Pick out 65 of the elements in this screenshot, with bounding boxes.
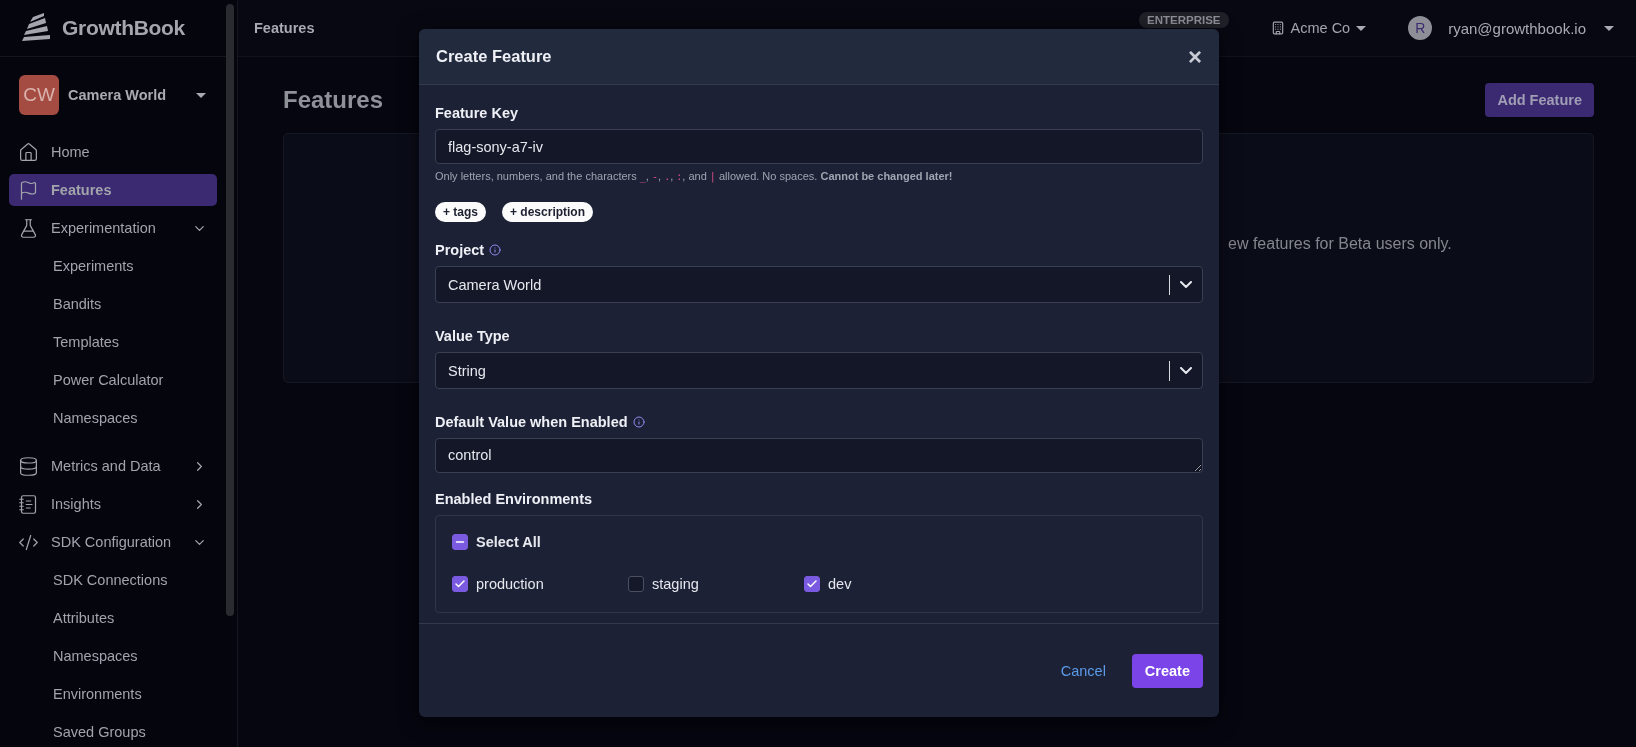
checkbox[interactable] <box>804 576 820 592</box>
add-feature-button[interactable]: Add Feature <box>1485 83 1594 117</box>
checkbox[interactable] <box>628 576 644 592</box>
scrollbar[interactable] <box>226 4 234 616</box>
close-button[interactable]: × <box>1188 44 1202 69</box>
field-label: Project <box>435 242 485 258</box>
nav-subitem[interactable]: Namespaces <box>9 640 217 672</box>
nav-item[interactable]: Home <box>9 136 217 168</box>
project-name[interactable]: Camera World <box>68 87 187 103</box>
breadcrumb: Features <box>254 20 316 36</box>
checkbox-label: dev <box>828 576 852 592</box>
nav-item[interactable]: Insights <box>9 488 217 520</box>
user-avatar: R <box>1408 16 1433 40</box>
nav-item[interactable]: Experimentation <box>9 212 217 244</box>
nav-icon <box>18 217 39 239</box>
nav-icon <box>18 141 39 163</box>
nav-icon <box>18 179 39 201</box>
field-label: Default Value when Enabled <box>435 414 628 430</box>
caret-icon <box>1604 25 1614 31</box>
nav-subitem[interactable]: SDK Connections <box>9 564 217 596</box>
building-icon <box>1270 21 1285 35</box>
help-text: Only letters, numbers, and the characters _, -, ., :, and | allowed. No spaces. Cannot be changed later! <box>435 170 954 182</box>
nav-subitem[interactable]: Saved Groups <box>9 716 217 747</box>
nav-subitem[interactable]: Bandits <box>9 288 217 320</box>
nav-icon <box>18 493 39 515</box>
project-avatar: CW <box>19 75 59 115</box>
nav-item[interactable]: Metrics and Data <box>9 450 217 482</box>
check-icon <box>454 578 466 590</box>
cancel-button[interactable]: Cancel <box>1050 654 1116 687</box>
select-field[interactable]: String <box>435 352 1203 389</box>
nav-subitem[interactable]: Experiments <box>9 250 217 282</box>
field-label: Enabled Environments <box>435 491 593 507</box>
nav-item[interactable]: Features <box>9 174 217 206</box>
logo-icon <box>20 13 52 43</box>
plan-badge: ENTERPRISE <box>1139 12 1229 28</box>
field-label: Feature Key <box>435 105 518 121</box>
checkbox[interactable] <box>452 534 468 550</box>
checkbox-label: staging <box>652 576 699 592</box>
nav-subitem[interactable]: Attributes <box>9 602 217 634</box>
chevron-down-icon <box>1180 281 1192 288</box>
logo-text: GrowthBook <box>62 16 185 40</box>
checkbox[interactable] <box>452 576 468 592</box>
modal-title: Create Feature <box>436 47 552 66</box>
chevron-down-icon <box>1180 367 1192 374</box>
nav-icon <box>18 455 39 477</box>
checkbox-label: Select All <box>476 534 541 550</box>
nav-subitem[interactable]: Templates <box>9 326 217 358</box>
add-pill[interactable]: + description <box>502 202 594 222</box>
caret-icon <box>196 92 206 98</box>
nav-subitem[interactable]: Environments <box>9 678 217 710</box>
add-pill[interactable]: + tags <box>435 202 486 222</box>
nav-item[interactable]: SDK Configuration <box>9 526 217 558</box>
create-button[interactable]: Create <box>1131 653 1203 688</box>
default-value-input[interactable]: control <box>435 438 1203 473</box>
card-text: ew features for Beta users only. <box>1228 235 1452 252</box>
organization-menu[interactable]: Acme Co <box>1270 20 1367 36</box>
nav-subitem[interactable]: Power Calculator <box>9 364 217 396</box>
field-label: Value Type <box>435 328 510 344</box>
check-icon <box>806 578 818 590</box>
page-title: Features <box>283 86 384 114</box>
checkbox-label: production <box>476 576 544 592</box>
feature-key-input[interactable]: flag-sony-a7-iv <box>435 129 1203 164</box>
user-menu[interactable]: ryan@growthbook.io <box>1448 19 1586 37</box>
nav-subitem[interactable]: Namespaces <box>9 402 217 434</box>
select-field[interactable]: Camera World <box>435 266 1203 303</box>
